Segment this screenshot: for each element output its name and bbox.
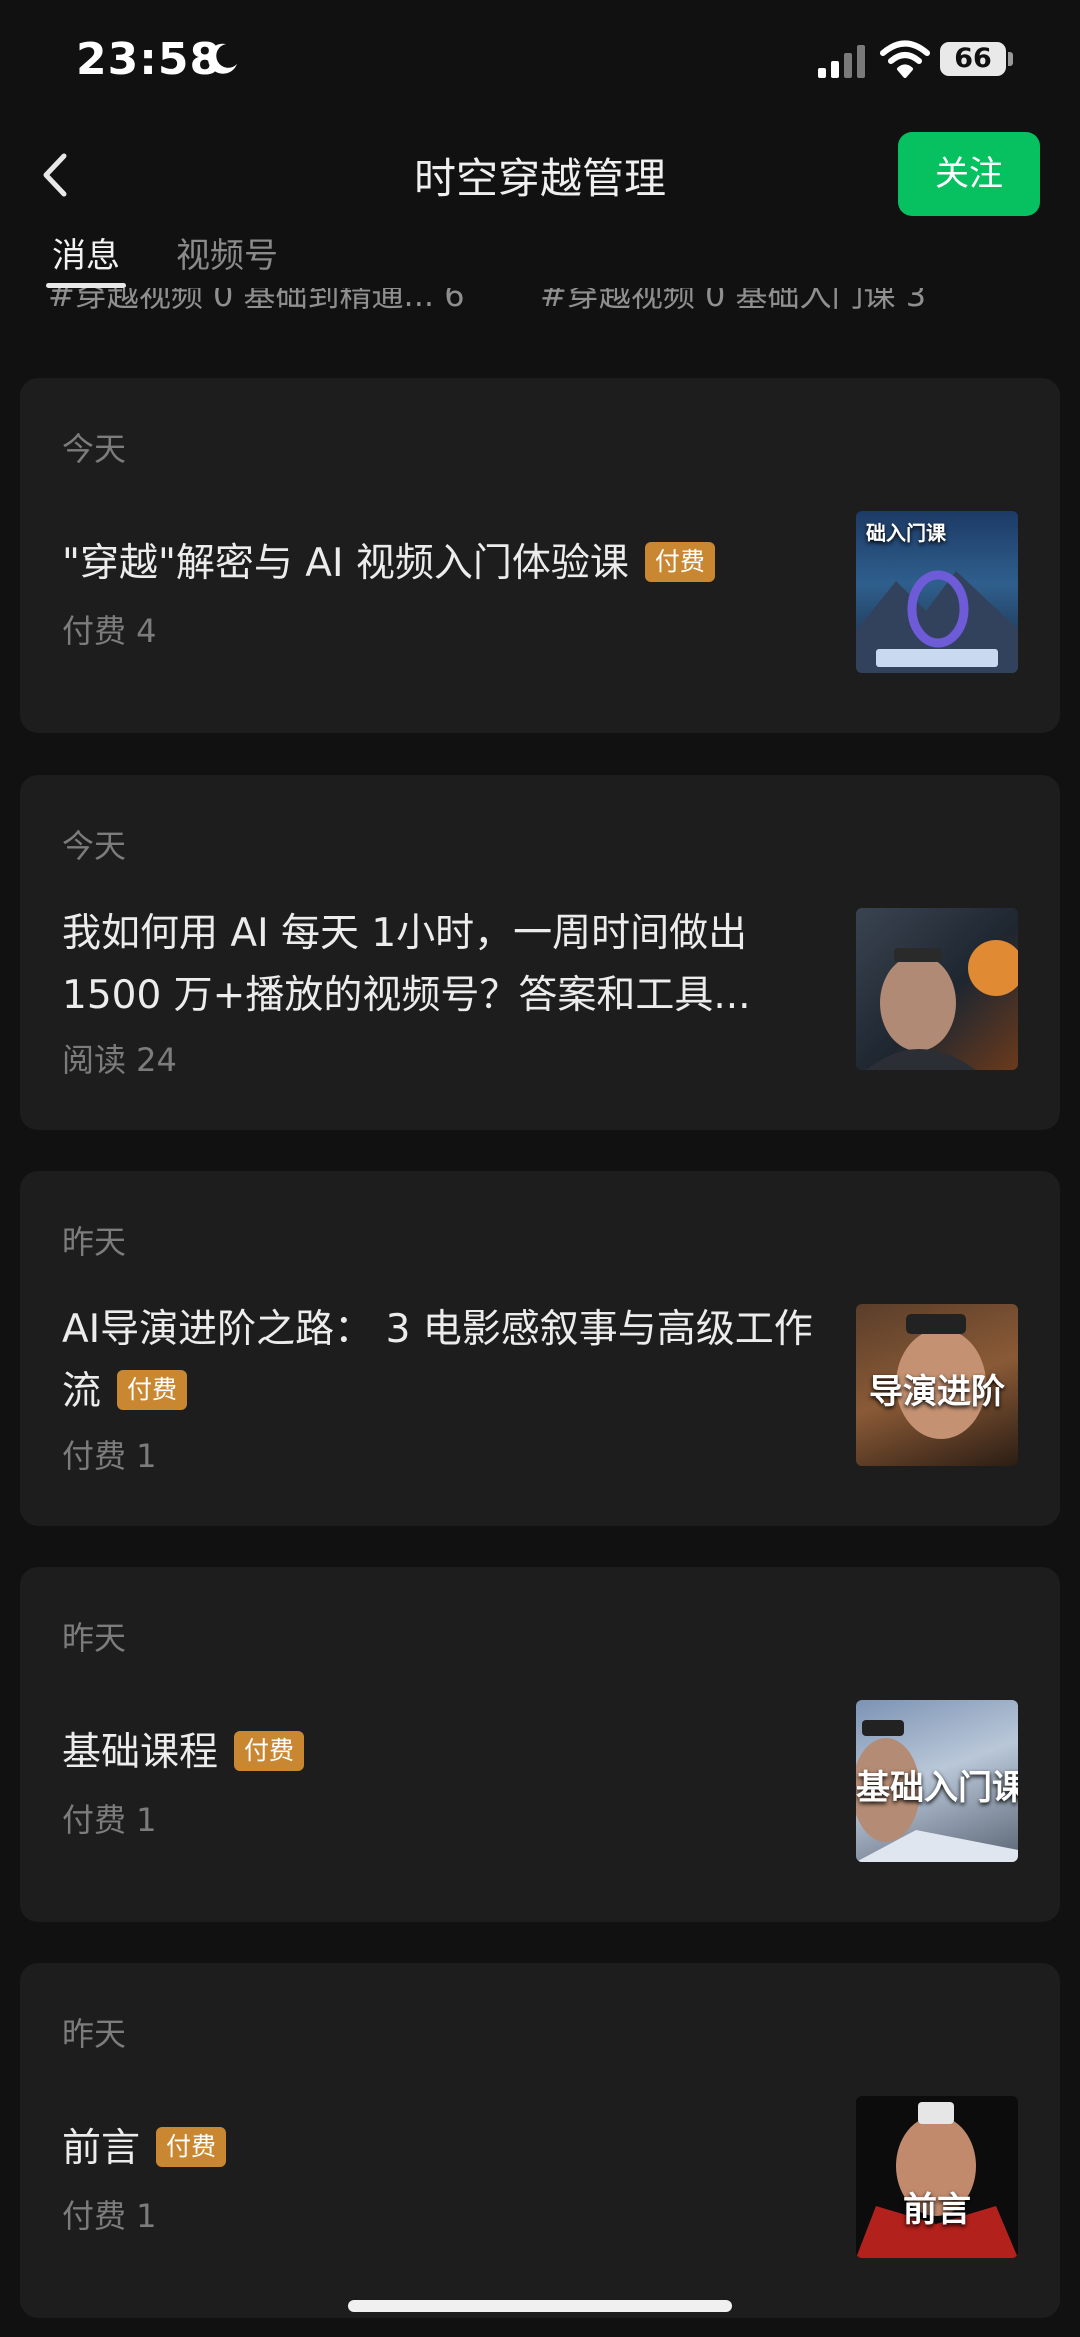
thumbnail-caption: 导演进阶 <box>869 1372 1005 1412</box>
wifi-icon <box>880 40 930 78</box>
follow-button[interactable]: 关注 <box>898 132 1040 216</box>
paid-badge: 付费 <box>156 2126 227 2167</box>
topic-row: #穿越视频 0 基础到精通... 6 #穿越视频 0 基础入门课 3 <box>0 288 1080 314</box>
card-title: 我如何用 AI 每天 1小时，一周时间做出 1500 万+播放的视频号？答案和工… <box>62 903 822 1027</box>
thumbnail-caption: 基础入门课 <box>856 1768 1018 1808</box>
card-title: 前言 付费 <box>62 2118 822 2180</box>
card-date: 昨天 <box>62 1619 127 1657</box>
tab-channels[interactable]: 视频号 <box>176 228 278 277</box>
card-date: 昨天 <box>62 2015 127 2053</box>
card-date: 今天 <box>62 827 127 865</box>
article-thumbnail: 础入门课 <box>856 511 1018 673</box>
card-title-text: 我如何用 AI 每天 1小时，一周时间做出 1500 万+播放的视频号？答案和工… <box>62 911 751 1018</box>
card-meta: 阅读 24 <box>62 1041 177 1079</box>
card-meta: 付费 1 <box>62 1437 157 1475</box>
article-thumbnail: 前言 <box>856 2096 1018 2258</box>
card-title: "穿越"解密与 AI 视频入门体验课 付费 <box>62 533 822 595</box>
paid-badge: 付费 <box>117 1369 188 1410</box>
tab-messages[interactable]: 消息 <box>52 228 120 277</box>
card-title-text: 基础课程 <box>62 1730 219 1775</box>
article-thumbnail <box>856 908 1018 1070</box>
paid-badge: 付费 <box>234 1730 305 1771</box>
card-meta: 付费 1 <box>62 1801 157 1839</box>
thumbnail-caption: 础入门课 <box>866 521 946 545</box>
card-meta: 付费 1 <box>62 2197 157 2235</box>
battery-indicator: 66 <box>940 42 1006 76</box>
card-date: 今天 <box>62 430 127 468</box>
thumbnail-art <box>856 2102 1018 2258</box>
article-card[interactable]: 昨天 前言 付费 付费 1 前言 <box>20 1963 1060 2318</box>
moon-icon <box>207 43 237 74</box>
card-title-text: "穿越"解密与 AI 视频入门体验课 <box>62 541 629 586</box>
topic-tag[interactable]: #穿越视频 0 基础到精通... 6 <box>48 288 465 314</box>
card-title: 基础课程 付费 <box>62 1722 822 1784</box>
article-card[interactable]: 昨天 基础课程 付费 付费 1 基础入门课 <box>20 1567 1060 1922</box>
thumbnail-art <box>866 940 1018 1070</box>
card-title-text: 前言 <box>62 2126 141 2171</box>
home-indicator[interactable] <box>348 2300 732 2312</box>
article-card[interactable]: 昨天 AI导演进阶之路： 3 电影感叙事与高级工作流 付费 付费 1 导演进阶 <box>20 1171 1060 1526</box>
signal-icon <box>818 45 865 78</box>
status-time: 23:58 <box>76 34 222 85</box>
article-thumbnail: 导演进阶 <box>856 1304 1018 1466</box>
thumbnail-caption: 前言 <box>903 2190 971 2230</box>
article-thumbnail: 基础入门课 <box>856 1700 1018 1862</box>
paid-badge: 付费 <box>644 541 715 582</box>
card-meta: 付费 4 <box>62 612 157 650</box>
card-date: 昨天 <box>62 1223 127 1261</box>
article-card[interactable]: 今天 "穿越"解密与 AI 视频入门体验课 付费 付费 4 础入门课 <box>20 378 1060 733</box>
card-title: AI导演进阶之路： 3 电影感叙事与高级工作流 付费 <box>62 1299 822 1423</box>
status-bar: 23:58 66 <box>0 0 1080 120</box>
battery-cap <box>1008 52 1013 66</box>
topic-tag[interactable]: #穿越视频 0 基础入门课 3 <box>540 288 926 314</box>
article-card[interactable]: 今天 我如何用 AI 每天 1小时，一周时间做出 1500 万+播放的视频号？答… <box>20 775 1060 1130</box>
